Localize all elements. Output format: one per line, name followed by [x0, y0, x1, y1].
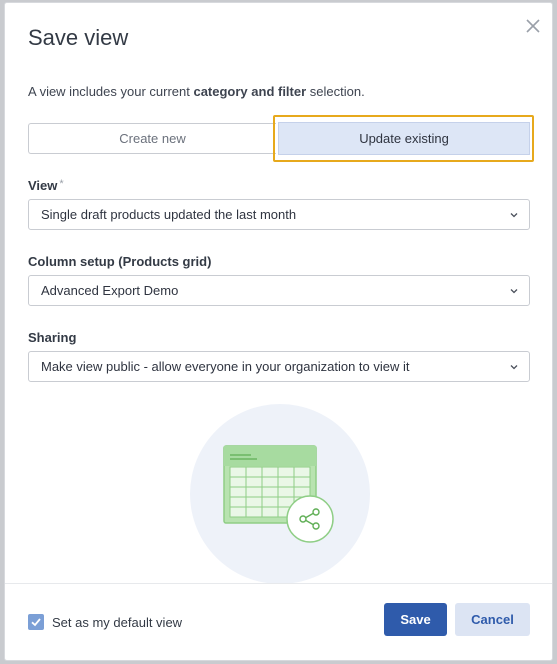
column-setup-label: Column setup (Products grid) [28, 254, 212, 269]
tab-create-new[interactable]: Create new [28, 123, 276, 154]
dialog-description: A view includes your current category an… [28, 84, 365, 99]
sharing-label: Sharing [28, 330, 77, 345]
default-view-label[interactable]: Set as my default view [52, 615, 182, 630]
view-select-value: Single draft products updated the last m… [41, 207, 297, 222]
default-view-checkbox[interactable] [28, 614, 44, 630]
close-icon[interactable] [522, 15, 544, 37]
chevron-down-icon [510, 365, 518, 370]
chevron-down-icon [510, 213, 518, 218]
cancel-button[interactable]: Cancel [455, 603, 530, 636]
view-label: View * [28, 178, 64, 193]
checkmark-icon [31, 618, 41, 627]
description-suffix: selection. [306, 84, 365, 99]
sharing-select[interactable]: Make view public - allow everyone in you… [28, 351, 530, 382]
save-button[interactable]: Save [384, 603, 447, 636]
tab-update-existing[interactable]: Update existing [278, 122, 530, 155]
view-label-text: View [28, 178, 58, 193]
required-marker: * [59, 178, 64, 190]
column-setup-select-value: Advanced Export Demo [41, 283, 179, 298]
description-bold: category and filter [193, 84, 307, 99]
sharing-select-value: Make view public - allow everyone in you… [41, 359, 410, 374]
save-view-dialog: Save view A view includes your current c… [5, 3, 552, 660]
description-text: A view includes your current [28, 84, 194, 99]
view-select[interactable]: Single draft products updated the last m… [28, 199, 530, 230]
chevron-down-icon [510, 289, 518, 294]
shared-grid-illustration [190, 404, 370, 584]
column-setup-select[interactable]: Advanced Export Demo [28, 275, 530, 306]
footer-divider [5, 583, 552, 584]
dialog-title: Save view [28, 25, 129, 50]
